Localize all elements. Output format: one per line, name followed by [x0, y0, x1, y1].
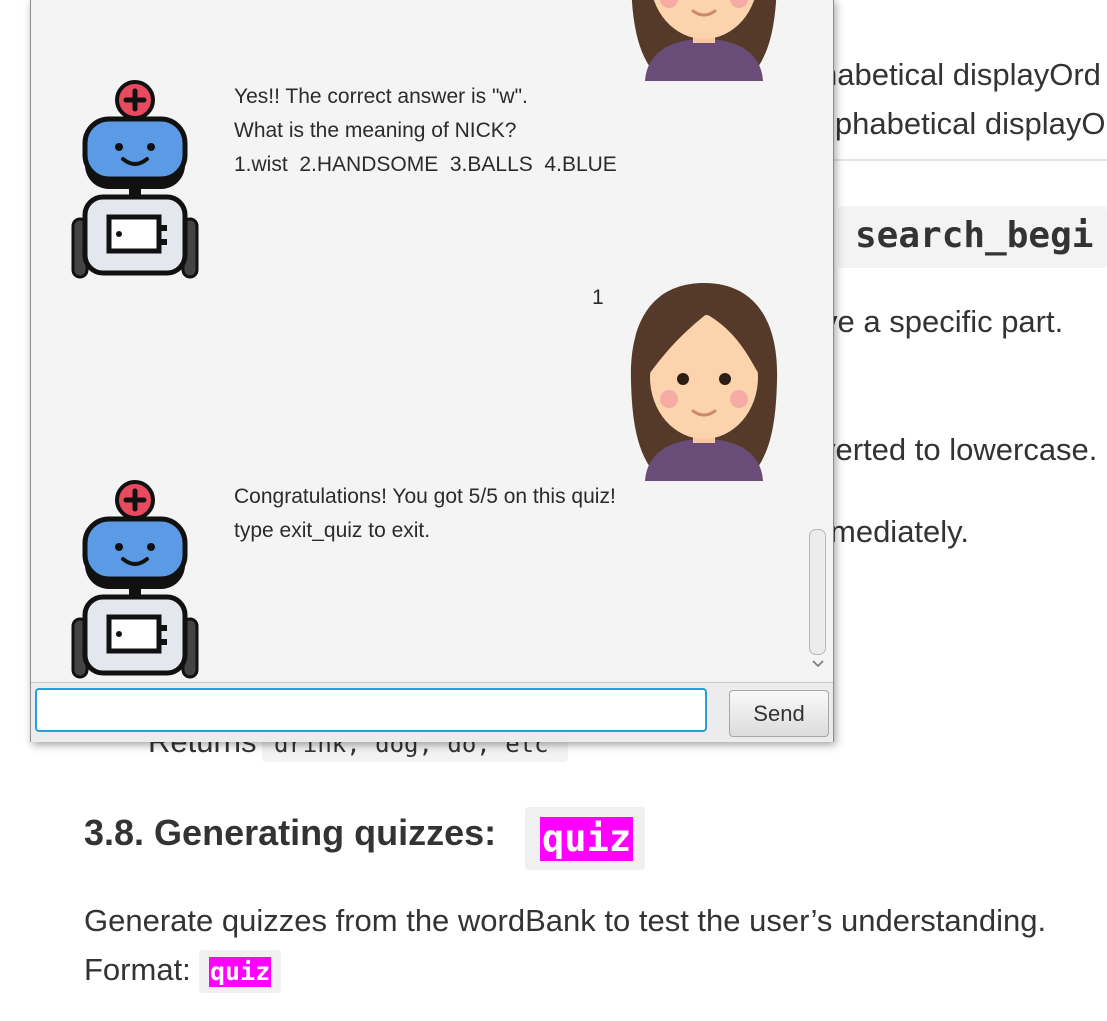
bot-message-text: Yes!! The correct answer is "w". What is… [234, 85, 617, 176]
doc-text-line: ve a specific part. [822, 304, 1064, 339]
format-code-chip: quiz [199, 950, 281, 993]
vertical-scrollbar[interactable] [805, 0, 829, 682]
user-input-field[interactable] [35, 688, 707, 732]
chevron-down-icon[interactable] [811, 659, 825, 669]
doc-text-line: habetical displayOrd [820, 57, 1101, 92]
dialog-container[interactable]: Yes!! The correct answer is "w". What is… [31, 0, 805, 682]
doc-description: Generate quizzes from the wordBank to te… [84, 903, 1047, 938]
girl-avatar-icon [630, 283, 778, 481]
section-heading: 3.8. Generating quizzes: [84, 812, 497, 853]
doc-code-heading-text: search_begi [855, 215, 1094, 256]
robot-icon [71, 80, 199, 279]
doc-text-line: verted to lowercase. [820, 432, 1098, 467]
scroll-thumb[interactable] [809, 529, 826, 655]
user-message-text: 1 [592, 286, 604, 309]
girl-avatar-icon [631, 0, 777, 81]
heading-code-text: quiz [540, 817, 634, 861]
input-bar: Send [31, 682, 833, 742]
format-code-text: quiz [209, 957, 272, 987]
robot-icon [71, 480, 199, 679]
format-label: Format: [84, 952, 191, 987]
bot-message-text: Congratulations! You got 5/5 on this qui… [234, 485, 616, 542]
chat-window: Yes!! The correct answer is "w". What is… [30, 0, 834, 742]
doc-code-heading: search_begi [838, 206, 1107, 268]
send-button[interactable]: Send [729, 690, 829, 737]
heading-code-chip: quiz [525, 807, 645, 870]
doc-divider [833, 159, 1107, 161]
doc-text-line: lphabetical displayO [828, 106, 1106, 141]
doc-text-line: mediately. [830, 514, 969, 549]
